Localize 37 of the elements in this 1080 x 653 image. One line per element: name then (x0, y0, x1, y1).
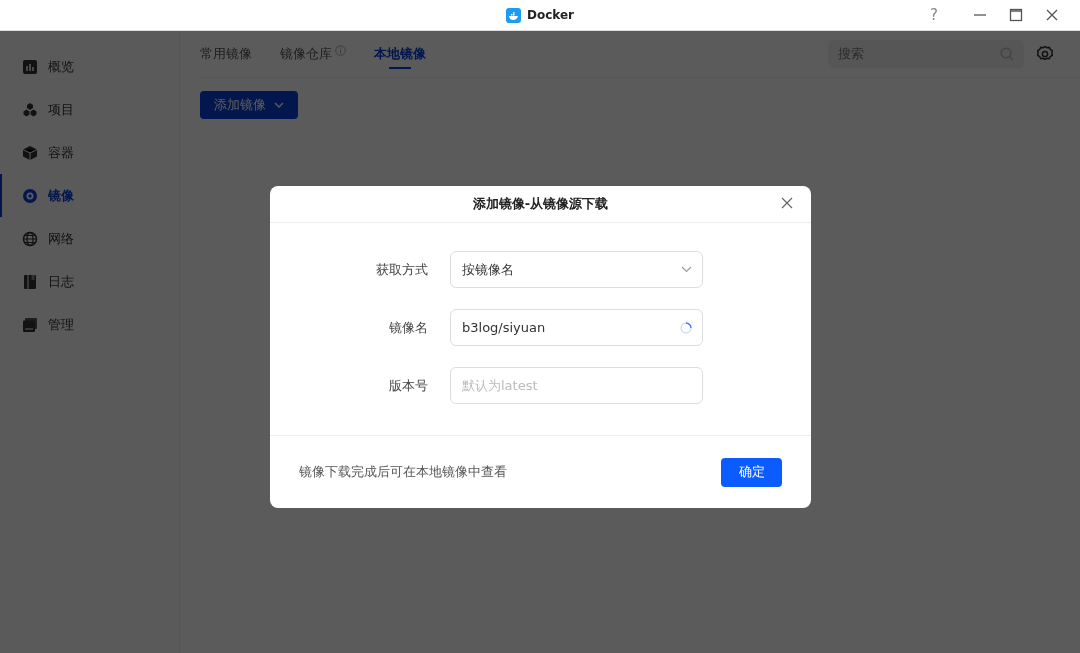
input-field[interactable]: b3log/siyuan (450, 309, 703, 346)
tab[interactable]: 常用镜像 (200, 31, 252, 77)
disc-icon (22, 187, 38, 204)
settings-icon[interactable] (1036, 45, 1054, 63)
chart-icon (22, 58, 38, 75)
window-title: Docker (526, 8, 574, 22)
sidebar-item[interactable]: 镜像 (0, 174, 179, 217)
globe-icon (22, 230, 38, 247)
dialog-title: 添加镜像-从镜像源下载 (472, 195, 609, 213)
box-icon (22, 144, 38, 161)
caret-icon (681, 266, 692, 273)
sidebar-item[interactable]: 网络 (0, 217, 179, 260)
cubes-icon (22, 101, 38, 118)
sidebar-item[interactable]: 容器 (0, 131, 179, 174)
add-image-button[interactable]: 添加镜像 (200, 91, 298, 119)
whale-logo-icon (505, 7, 521, 23)
close-icon[interactable] (781, 197, 793, 209)
info-icon (335, 44, 346, 56)
tab[interactable]: 镜像仓库 (280, 31, 346, 77)
close-icon[interactable] (1045, 8, 1059, 22)
field-label: 版本号 (388, 376, 428, 395)
select-field[interactable]: 按镜像名 (450, 251, 703, 288)
input-field[interactable]: 默认为latest (450, 367, 703, 404)
caret-icon (274, 102, 284, 108)
tab[interactable]: 本地镜像 (374, 31, 426, 77)
sidebar-item[interactable]: 项目 (0, 88, 179, 131)
sidebar-item[interactable]: 概览 (0, 45, 179, 88)
maximize-icon[interactable] (1009, 8, 1023, 22)
hint-text: 镜像下载完成后可在本地镜像中查看 (299, 463, 507, 481)
field-label: 获取方式 (375, 260, 428, 279)
confirm-button[interactable]: 确定 (721, 457, 782, 487)
field-label: 镜像名 (388, 318, 428, 337)
sidebar-item[interactable]: 日志 (0, 260, 179, 303)
sidebar-item[interactable]: 管理 (0, 303, 179, 346)
book-icon (22, 273, 38, 290)
help-button[interactable]: ? (922, 6, 946, 24)
monitor-icon (22, 316, 38, 333)
